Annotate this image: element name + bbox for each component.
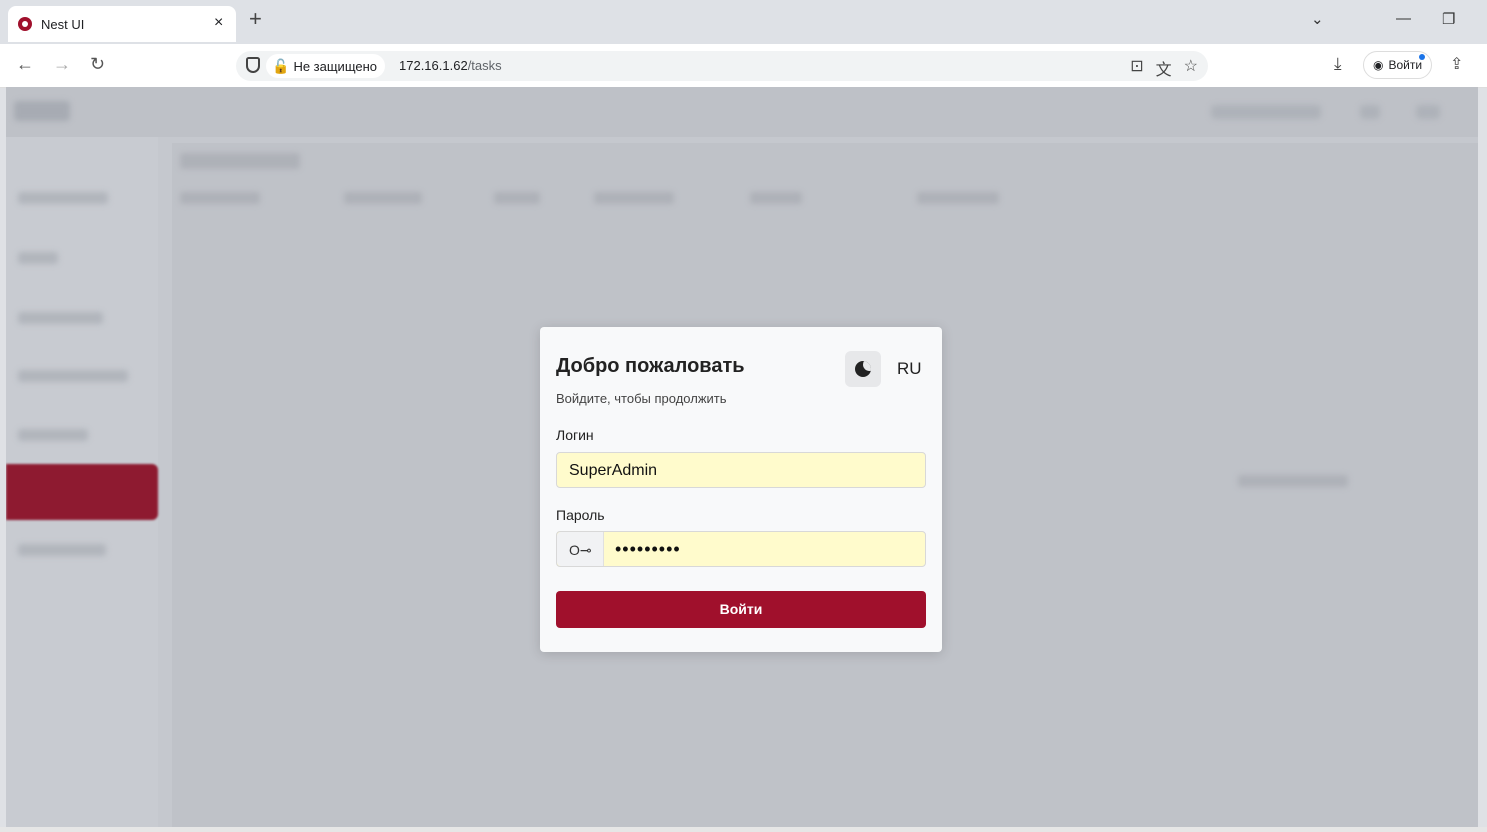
column-header xyxy=(344,192,422,204)
column-header xyxy=(180,192,260,204)
install-app-icon[interactable]: ⊡ xyxy=(1130,56,1143,80)
sidebar-item xyxy=(18,429,88,441)
sidebar-item xyxy=(18,544,106,556)
key-icon: O⊸ xyxy=(569,542,592,558)
share-icon[interactable]: ⇪ xyxy=(1450,54,1463,74)
column-header xyxy=(750,192,802,204)
sidebar xyxy=(6,137,158,827)
download-icon[interactable]: ⤓ xyxy=(1334,54,1342,74)
profile-button[interactable]: ◉ Войти xyxy=(1363,51,1433,79)
tab-list-icon[interactable]: ⌄ xyxy=(1311,10,1324,28)
notification-dot xyxy=(1419,54,1426,60)
app-logo xyxy=(14,101,70,121)
tab-title: Nest UI xyxy=(41,17,85,32)
shield-icon[interactable] xyxy=(246,57,260,73)
restore-icon[interactable]: ❐ xyxy=(1442,10,1455,28)
column-header xyxy=(917,192,999,204)
tab-bar: Nest UI × + ⌄ — ❐ xyxy=(0,0,1487,44)
toolbar-icons xyxy=(180,153,300,169)
browser-toolbar: ← → ↻ 🔓 Не защищено 172.16.1.62/tasks ⊡ … xyxy=(0,44,1487,88)
browser-tab[interactable]: Nest UI × xyxy=(8,6,236,42)
reload-icon[interactable]: ↻ xyxy=(90,54,105,75)
username-label: Логин xyxy=(556,427,594,443)
login-button[interactable]: Войти xyxy=(556,591,926,628)
translate-icon[interactable]: 文 xyxy=(1156,56,1172,80)
dialog-title: Добро пожаловать xyxy=(556,355,745,377)
address-bar-actions: ⊡ 文 ☆ xyxy=(1130,56,1198,80)
header-icon xyxy=(1360,105,1380,119)
sidebar-item xyxy=(18,192,108,204)
nest-favicon-icon xyxy=(18,17,32,31)
header-user xyxy=(1211,105,1321,119)
account-icon: ◉ xyxy=(1373,58,1384,72)
security-label: Не защищено xyxy=(293,58,378,74)
bottom-strip xyxy=(0,827,1487,832)
dialog-subtitle: Войдите, чтобы продолжить xyxy=(556,391,727,406)
header-icon xyxy=(1416,105,1440,119)
column-header xyxy=(594,192,674,204)
tab-close-icon[interactable]: × xyxy=(214,14,223,32)
column-header xyxy=(494,192,540,204)
password-adornment: O⊸ xyxy=(557,532,604,566)
sidebar-item xyxy=(18,252,58,264)
empty-state xyxy=(1238,475,1348,487)
username-value: SuperAdmin xyxy=(569,462,658,479)
moon-icon xyxy=(855,361,871,377)
login-dialog: Добро пожаловать Войдите, чтобы продолжи… xyxy=(540,327,942,652)
sidebar-item xyxy=(18,312,103,324)
url-path: /tasks xyxy=(467,58,502,73)
profile-label: Войти xyxy=(1388,58,1423,72)
sidebar-item xyxy=(18,370,128,382)
minimize-icon[interactable]: — xyxy=(1396,10,1411,27)
forward-icon[interactable]: → xyxy=(53,54,71,75)
sidebar-item-active xyxy=(6,464,158,520)
back-icon[interactable]: ← xyxy=(16,54,34,75)
bookmark-star-icon[interactable]: ☆ xyxy=(1184,56,1198,80)
insecure-lock-icon: 🔓 xyxy=(272,57,290,74)
password-label: Пароль xyxy=(556,507,605,523)
browser-chrome: Nest UI × + ⌄ — ❐ ← → ↻ 🔓 Не защищено 17… xyxy=(0,0,1487,88)
address-bar[interactable]: 🔓 Не защищено 172.16.1.62/tasks ⊡ 文 ☆ xyxy=(236,51,1208,81)
password-field[interactable]: O⊸ ••••••••• xyxy=(556,531,926,567)
language-switcher[interactable]: RU xyxy=(897,359,922,379)
security-chip[interactable]: 🔓 Не защищено xyxy=(266,54,386,78)
username-field[interactable]: SuperAdmin xyxy=(556,452,926,488)
app-header xyxy=(6,87,1478,137)
password-value: ••••••••• xyxy=(615,539,681,559)
new-tab-button[interactable]: + xyxy=(249,8,262,30)
url-host: 172.16.1.62 xyxy=(399,58,468,73)
theme-toggle-button[interactable] xyxy=(845,351,881,387)
url-text[interactable]: 172.16.1.62/tasks xyxy=(399,58,502,73)
